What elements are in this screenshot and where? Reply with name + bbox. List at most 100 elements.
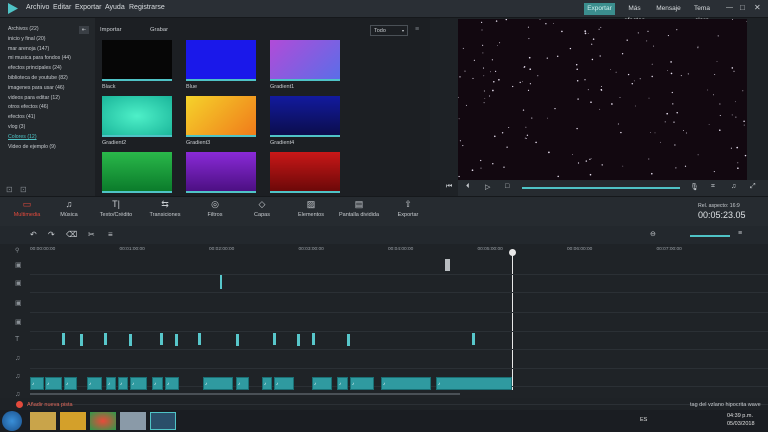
library-folder-item[interactable]: inicio y final (20) [8,36,45,42]
media-player-icon[interactable] [60,412,86,430]
color-thumbnail[interactable] [102,152,172,192]
library-folder-item[interactable]: imagenes para usar (46) [8,85,65,91]
paint-icon[interactable] [120,412,146,430]
export-top-button[interactable]: Exportar [584,3,615,15]
timeline-track[interactable] [30,350,768,369]
preview-progress[interactable] [522,187,680,189]
zoom-slider[interactable] [690,235,730,237]
menu-ayuda[interactable]: Ayuda [105,4,125,11]
import-dropdown[interactable]: Importar [100,27,122,33]
clock-time[interactable]: 04:39 p.m. [727,413,753,419]
text-clip[interactable] [198,333,201,345]
library-folder-item[interactable]: efectos (41) [8,114,35,120]
video-clip[interactable] [220,275,222,289]
text-clip[interactable] [175,334,178,346]
close-icon[interactable]: ✕ [754,3,761,12]
microphone-icon[interactable]: 🎙 [690,183,699,191]
grid-view-icon[interactable]: ≡ [415,26,419,33]
more-effects-button[interactable]: Más efectos [618,3,651,24]
delete-folder-icon[interactable]: ⊡ [20,185,27,194]
audio-clip[interactable]: ♪ [203,377,233,390]
tool-texto-cr-dito[interactable]: T| Texto/Crédito [91,199,141,218]
cut-icon[interactable]: ✂ [88,230,95,239]
undo-icon[interactable]: ↶ [30,230,37,239]
add-track-icon[interactable] [16,401,23,408]
skip-back-icon[interactable]: ⏮ [446,183,452,191]
audio-clip[interactable]: ♪ [30,377,44,390]
audio-clip[interactable]: ♪ [130,377,147,390]
timeline-ruler[interactable]: 00:00:00:00 00:01:00:00 00:02:00:00 00:03:0… [30,244,768,256]
menu-exportar[interactable]: Exportar [75,4,101,11]
tool-pantalla-dividida[interactable]: ▤ Pantalla dividida [334,199,384,218]
filmora-taskbar-icon[interactable] [150,412,176,430]
color-thumbnail[interactable] [270,40,340,80]
snapshot-icon[interactable]: ⌗ [711,183,715,191]
text-clip[interactable] [129,334,132,346]
audio-clip[interactable]: ♪ [118,377,128,390]
color-thumbnail[interactable] [270,152,340,192]
audio-clip[interactable]: ♪ [152,377,163,390]
audio-clip[interactable]: ♪ [436,377,512,390]
text-clip[interactable] [160,333,163,345]
color-thumbnail[interactable] [186,40,256,80]
menu-registrarse[interactable]: Registrarse [129,4,165,11]
menu-icon[interactable]: ≡ [738,230,742,237]
tool-elementos[interactable]: ▨ Elementos [286,199,336,218]
language-indicator[interactable]: ES [640,417,647,423]
color-thumbnail[interactable] [102,96,172,136]
tool-capas[interactable]: ◇ Capas [237,199,287,218]
menu-editar[interactable]: Editar [53,4,71,11]
audio-clip[interactable]: ♪ [45,377,62,390]
timeline-track[interactable] [30,331,768,350]
audio-clip[interactable]: ♪ [274,377,294,390]
audio-clip[interactable]: ♪ [236,377,249,390]
text-clip[interactable] [312,333,315,345]
audio-clip[interactable]: ♪ [165,377,179,390]
playhead-handle[interactable] [509,249,516,256]
collapse-icon[interactable]: ⇤ [79,26,89,34]
text-clip[interactable] [104,333,107,345]
text-clip[interactable] [80,334,83,346]
minimize-icon[interactable]: — [726,4,733,11]
text-clip[interactable] [236,334,239,346]
audio-clip[interactable]: ♪ [350,377,374,390]
audio-clip[interactable]: ♪ [64,377,77,390]
color-thumbnail[interactable] [102,40,172,80]
maximize-icon[interactable]: □ [740,3,745,12]
audio-clip[interactable]: ♪ [106,377,116,390]
color-thumbnail[interactable] [186,152,256,192]
library-folder-item[interactable]: mi musica para fondos (44) [8,55,71,61]
library-folder-item[interactable]: efectos principales (24) [8,65,62,71]
filter-select[interactable]: Todo ▾ [370,25,408,36]
tool-transiciones[interactable]: ⇆ Transiciones [140,199,190,218]
record-dropdown[interactable]: Grabar [150,27,168,33]
adjust-icon[interactable]: ≡ [108,230,113,239]
timeline-track[interactable] [30,256,768,275]
library-folder-item[interactable]: Colores (12) [8,134,37,140]
clock-date[interactable]: 05/03/2018 [727,421,755,427]
library-folder-item[interactable]: otros efectos (46) [8,104,48,110]
text-clip[interactable] [273,333,276,345]
tool-filtros[interactable]: ◎ Filtros [190,199,240,218]
audio-clip[interactable]: ♪ [337,377,348,390]
stop-icon[interactable]: □ [505,183,509,190]
audio-clip[interactable]: ♪ [262,377,272,390]
magnet-icon[interactable]: ⚲ [15,247,19,254]
library-folder-item[interactable]: videos para editar (12) [8,95,60,101]
message-button[interactable]: Mensaje [656,3,681,15]
library-folder-item[interactable]: mar arenoja (147) [8,46,49,52]
library-folder-item[interactable]: Archivos (22) [8,26,39,32]
theme-button[interactable]: Tema claro [687,3,717,24]
timeline-track[interactable] [30,274,768,293]
explorer-icon[interactable] [30,412,56,430]
volume-icon[interactable]: ♫ [731,183,736,190]
timeline-track[interactable] [30,313,768,332]
delete-icon[interactable]: ⌫ [66,230,77,239]
tool-exportar[interactable]: ⇧ Exportar [383,199,433,218]
video-clip[interactable] [445,259,450,271]
audio-clip[interactable]: ♪ [87,377,102,390]
text-clip[interactable] [347,334,350,346]
add-folder-icon[interactable]: ⊡ [6,185,13,194]
library-folder-item[interactable]: vlog (3) [8,124,25,130]
frame-back-icon[interactable]: ⏴ [466,183,470,191]
